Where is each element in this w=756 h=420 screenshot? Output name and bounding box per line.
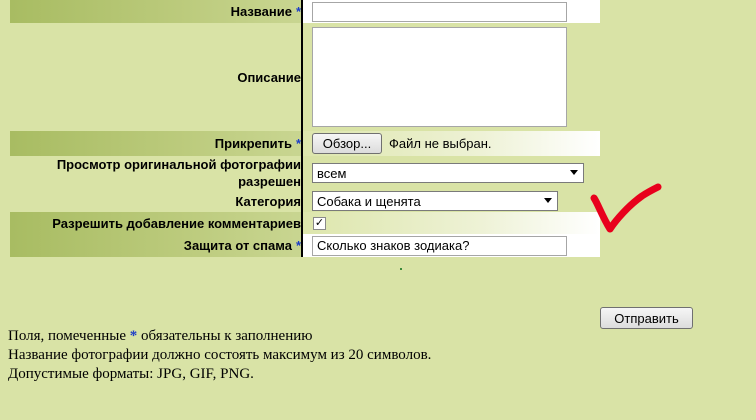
view-original-label-cell: Просмотр оригинальной фотографии разреше… [10,156,301,190]
browse-button[interactable]: Обзор... [312,133,382,154]
handdrawn-checkmark-icon [590,183,662,233]
view-original-field-cell: всем [303,156,600,190]
name-label-cell: Название * [10,0,301,23]
decorative-dot [400,268,402,270]
notes-name-length: Название фотографии должно состоять макс… [8,347,432,363]
allow-comments-label-cell: Разрешить добавление комментариев [10,212,301,234]
antispam-label-cell: Защита от спама * [10,234,301,257]
attach-label: Прикрепить [214,136,292,151]
name-label: Название [230,4,292,19]
form-row-description: Описание [10,23,600,131]
antispam-field-cell [303,234,600,257]
allow-comments-field-cell: ✓ [303,212,600,234]
description-label: Описание [237,69,301,85]
form-notes: Поля, помеченные * обязательны к заполне… [8,327,431,384]
form-row-category: Категория Собака и щенята [10,190,600,212]
submit-button[interactable]: Отправить [600,307,693,329]
required-asterisk: * [129,328,138,344]
form-row-view-original: Просмотр оригинальной фотографии разреше… [10,156,600,190]
notes-required-line: Поля, помеченные * обязательны к заполне… [8,327,431,346]
category-label: Категория [235,193,301,209]
notes-line1-before: Поля, помеченные [8,328,127,344]
category-selected: Собака и щенята [317,193,421,209]
name-input[interactable] [312,1,567,22]
allow-comments-checkbox[interactable]: ✓ [313,216,326,230]
antispam-label: Защита от спама [183,238,292,253]
file-status-text: Файл не выбран. [389,136,492,151]
notes-formats: Допустимые форматы: JPG, GIF, PNG. [8,366,254,382]
category-label-cell: Категория [10,190,301,212]
view-original-select[interactable]: всем [312,163,584,183]
notes-line1-after: обязательны к заполнению [141,328,313,344]
check-icon: ✓ [314,216,325,229]
category-field-cell: Собака и щенята [303,190,600,212]
chevron-down-icon [570,170,578,175]
form-row-allow-comments: Разрешить добавление комментариев ✓ [10,212,600,234]
description-textarea[interactable] [312,27,567,127]
view-original-label-line1: Просмотр оригинальной фотографии [56,157,301,172]
view-original-label-line2: разрешен [238,174,301,189]
name-field-cell [303,0,600,23]
description-field-cell [303,23,600,131]
view-original-selected: всем [317,165,347,181]
description-label-cell: Описание [10,23,301,131]
antispam-input[interactable] [312,235,567,256]
attach-label-cell: Прикрепить * [10,131,301,156]
form-row-antispam: Защита от спама * [10,234,600,257]
attach-field-cell: Обзор... Файл не выбран. [303,131,600,156]
chevron-down-icon [544,198,552,203]
form-row-name: Название * [10,0,600,23]
form-row-attach: Прикрепить * Обзор... Файл не выбран. [10,131,600,156]
allow-comments-label: Разрешить добавление комментариев [52,215,301,231]
category-select[interactable]: Собака и щенята [312,191,558,211]
